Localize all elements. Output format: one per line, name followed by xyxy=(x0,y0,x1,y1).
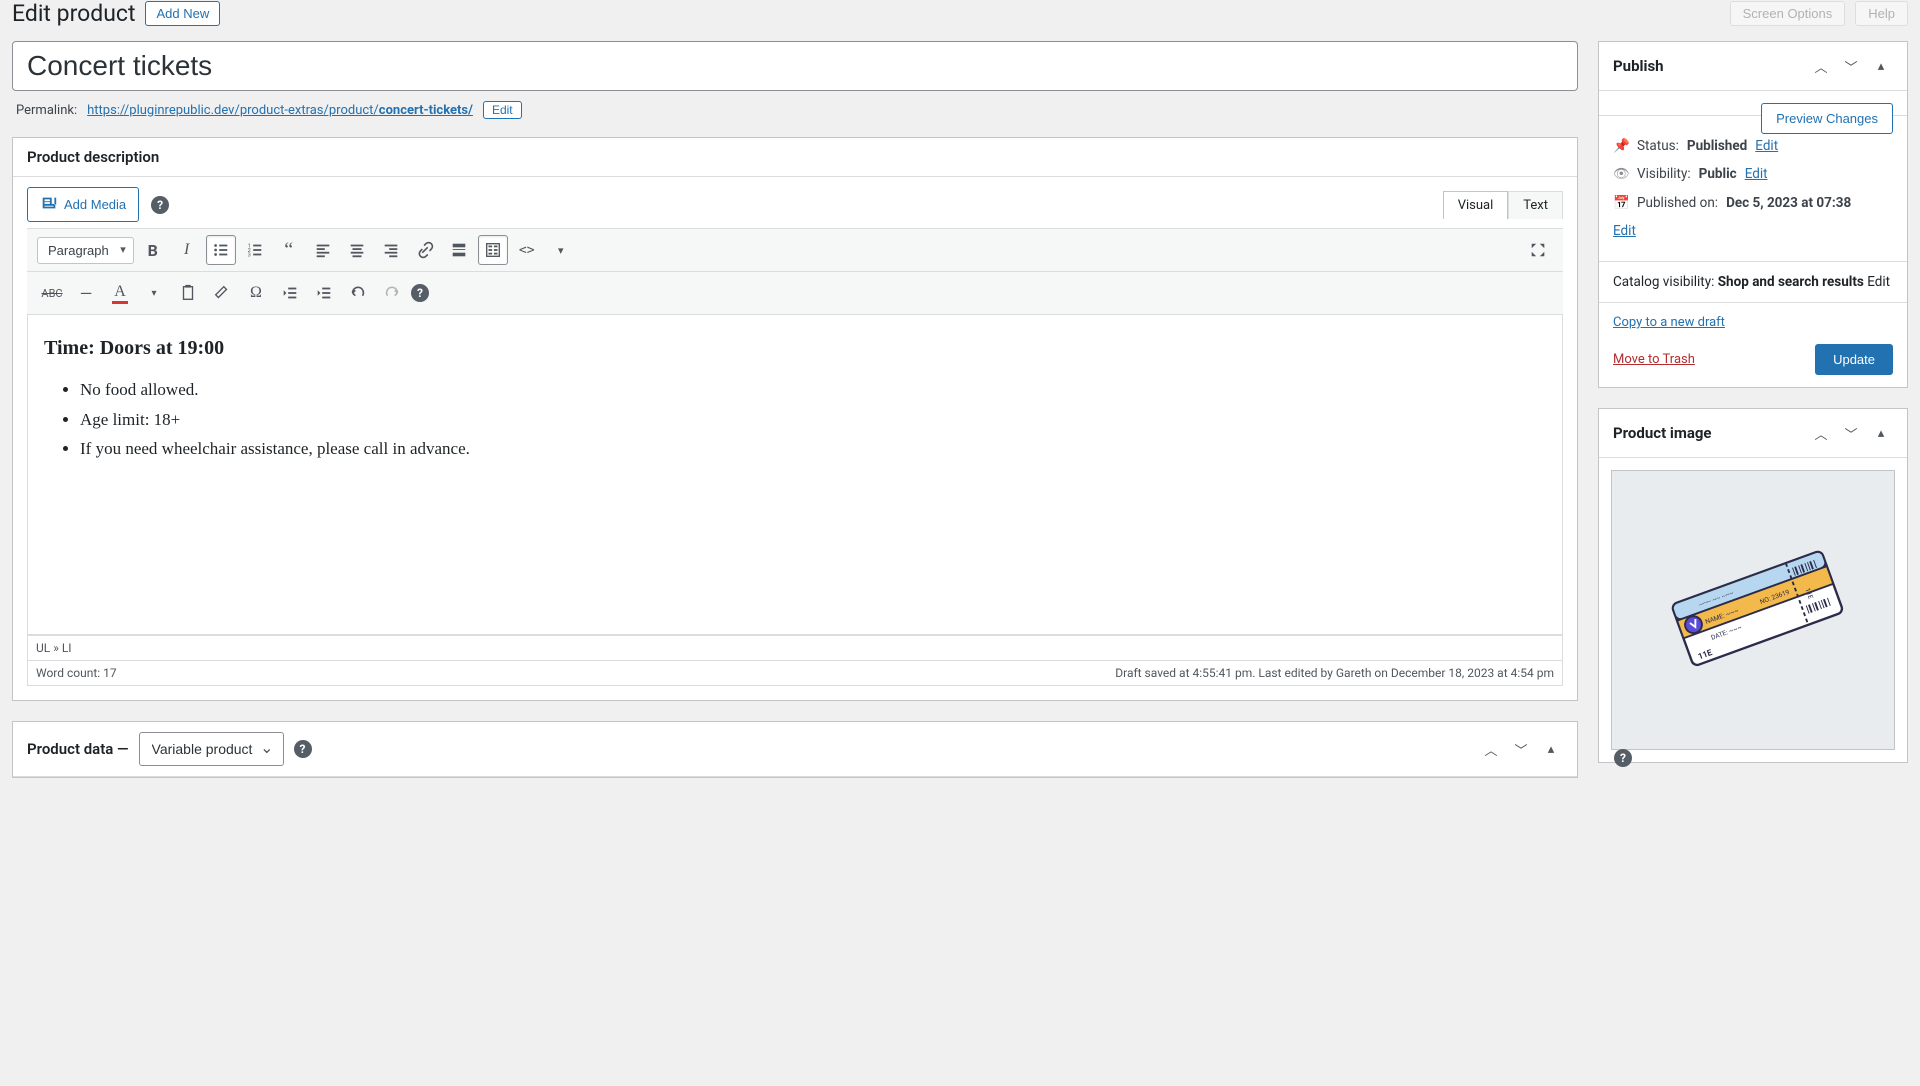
content-heading: Time: Doors at 19:00 xyxy=(44,333,1546,363)
bullet-list-icon[interactable] xyxy=(206,235,236,265)
bold-icon[interactable]: B xyxy=(138,235,168,265)
product-type-select[interactable]: Variable product xyxy=(139,732,284,766)
help-icon[interactable]: ? xyxy=(294,740,312,758)
screen-options-button[interactable]: Screen Options xyxy=(1730,1,1846,26)
editor-content[interactable]: Time: Doors at 19:00 No food allowed. Ag… xyxy=(27,315,1563,635)
copy-draft-link[interactable]: Copy to a new draft xyxy=(1613,315,1893,330)
visibility-value: Public xyxy=(1699,164,1737,184)
help-icon[interactable]: ? xyxy=(151,196,169,214)
chevron-up-icon[interactable]: ︿ xyxy=(1479,737,1503,761)
visual-tab[interactable]: Visual xyxy=(1443,191,1509,219)
indent-icon[interactable] xyxy=(309,278,339,308)
content-bullet: If you need wheelchair assistance, pleas… xyxy=(80,436,1546,462)
visibility-edit-link[interactable]: Edit xyxy=(1745,164,1768,184)
chevron-down-icon[interactable]: ﹀ xyxy=(1509,737,1533,761)
publish-heading: Publish xyxy=(1613,57,1664,75)
permalink-link[interactable]: https://pluginrepublic.dev/product-extra… xyxy=(87,103,473,118)
caret-up-icon[interactable]: ▴ xyxy=(1539,737,1563,761)
catalog-edit-link[interactable]: Edit xyxy=(1867,274,1890,290)
readmore-icon[interactable] xyxy=(444,235,474,265)
status-edit-link[interactable]: Edit xyxy=(1755,136,1778,156)
media-icon xyxy=(40,194,58,215)
help-icon[interactable]: ? xyxy=(1614,749,1632,767)
word-count: Word count: 17 xyxy=(36,666,117,680)
redo-icon[interactable] xyxy=(377,278,407,308)
product-image-box: Product image ︿ ﹀ ▴ xyxy=(1598,408,1908,763)
update-button[interactable]: Update xyxy=(1815,344,1893,375)
eye-icon: 👁 xyxy=(1613,164,1629,184)
caret-up-icon[interactable]: ▴ xyxy=(1869,421,1893,445)
link-icon[interactable] xyxy=(410,235,440,265)
align-right-icon[interactable] xyxy=(376,235,406,265)
fullscreen-icon[interactable] xyxy=(1523,235,1553,265)
svg-text:3: 3 xyxy=(248,252,251,258)
add-media-button[interactable]: Add Media xyxy=(27,187,139,222)
text-color-dropdown-icon[interactable]: ▾ xyxy=(139,278,169,308)
calendar-icon: 📅 xyxy=(1613,193,1629,213)
help-button[interactable]: Help xyxy=(1855,1,1908,26)
permalink-label: Permalink: xyxy=(16,103,77,118)
caret-up-icon[interactable]: ▴ xyxy=(1869,54,1893,78)
text-color-icon[interactable]: A xyxy=(105,278,135,308)
preview-changes-button[interactable]: Preview Changes xyxy=(1761,103,1893,134)
outdent-icon[interactable] xyxy=(275,278,305,308)
chevron-down-icon[interactable]: ▾ xyxy=(546,235,576,265)
italic-icon[interactable]: I xyxy=(172,235,202,265)
description-heading: Product description xyxy=(27,148,159,166)
chevron-down-icon[interactable]: ﹀ xyxy=(1839,421,1863,445)
align-left-icon[interactable] xyxy=(308,235,338,265)
publish-box: Publish ︿ ﹀ ▴ Preview Changes 📌 Status: … xyxy=(1598,41,1908,388)
special-char-icon[interactable]: Ω xyxy=(241,278,271,308)
permalink-edit-button[interactable]: Edit xyxy=(483,101,522,119)
align-center-icon[interactable] xyxy=(342,235,372,265)
status-value: Published xyxy=(1687,136,1747,156)
page-title: Edit product xyxy=(12,0,135,27)
strikethrough-icon[interactable]: ABC xyxy=(37,278,67,308)
toolbar-toggle-icon[interactable] xyxy=(478,235,508,265)
catalog-value: Shop and search results xyxy=(1718,274,1864,290)
code-icon[interactable]: <> xyxy=(512,235,542,265)
pin-icon: 📌 xyxy=(1613,136,1629,156)
product-data-box: Product data — Variable product ? ︿ ﹀ ▴ xyxy=(12,721,1578,778)
product-data-label: Product data — xyxy=(27,740,129,758)
ticket-icon: ~~~ ~~ ~~~ NAME: ~~~ DATE: ~~~ NO: 23619… xyxy=(1648,535,1858,685)
published-label: Published on: xyxy=(1637,193,1718,213)
chevron-down-icon[interactable]: ﹀ xyxy=(1839,54,1863,78)
move-to-trash-link[interactable]: Move to Trash xyxy=(1613,352,1695,367)
format-select[interactable]: Paragraph xyxy=(37,237,134,264)
chevron-up-icon[interactable]: ︿ xyxy=(1809,421,1833,445)
keyboard-help-icon[interactable]: ? xyxy=(411,284,429,302)
quote-icon[interactable]: “ xyxy=(274,235,304,265)
product-description-box: Product description Add Media ? Visual T… xyxy=(12,137,1578,701)
text-tab[interactable]: Text xyxy=(1508,191,1563,219)
product-image-heading: Product image xyxy=(1613,424,1712,442)
paste-icon[interactable] xyxy=(173,278,203,308)
clear-format-icon[interactable] xyxy=(207,278,237,308)
content-bullet: No food allowed. xyxy=(80,377,1546,403)
content-bullet: Age limit: 18+ xyxy=(80,407,1546,433)
save-status: Draft saved at 4:55:41 pm. Last edited b… xyxy=(1115,666,1554,680)
catalog-label: Catalog visibility: xyxy=(1613,274,1714,290)
numbered-list-icon[interactable]: 123 xyxy=(240,235,270,265)
product-image-thumbnail[interactable]: ~~~ ~~ ~~~ NAME: ~~~ DATE: ~~~ NO: 23619… xyxy=(1611,470,1895,750)
hr-icon[interactable]: — xyxy=(71,278,101,308)
published-edit-link[interactable]: Edit xyxy=(1613,221,1636,241)
visibility-label: Visibility: xyxy=(1637,164,1691,184)
product-title-input[interactable] xyxy=(12,41,1578,91)
editor-path[interactable]: UL » LI xyxy=(28,636,1562,661)
published-date: Dec 5, 2023 at 07:38 xyxy=(1726,193,1851,213)
status-label: Status: xyxy=(1637,136,1679,156)
add-new-button[interactable]: Add New xyxy=(145,1,220,26)
chevron-up-icon[interactable]: ︿ xyxy=(1809,54,1833,78)
undo-icon[interactable] xyxy=(343,278,373,308)
